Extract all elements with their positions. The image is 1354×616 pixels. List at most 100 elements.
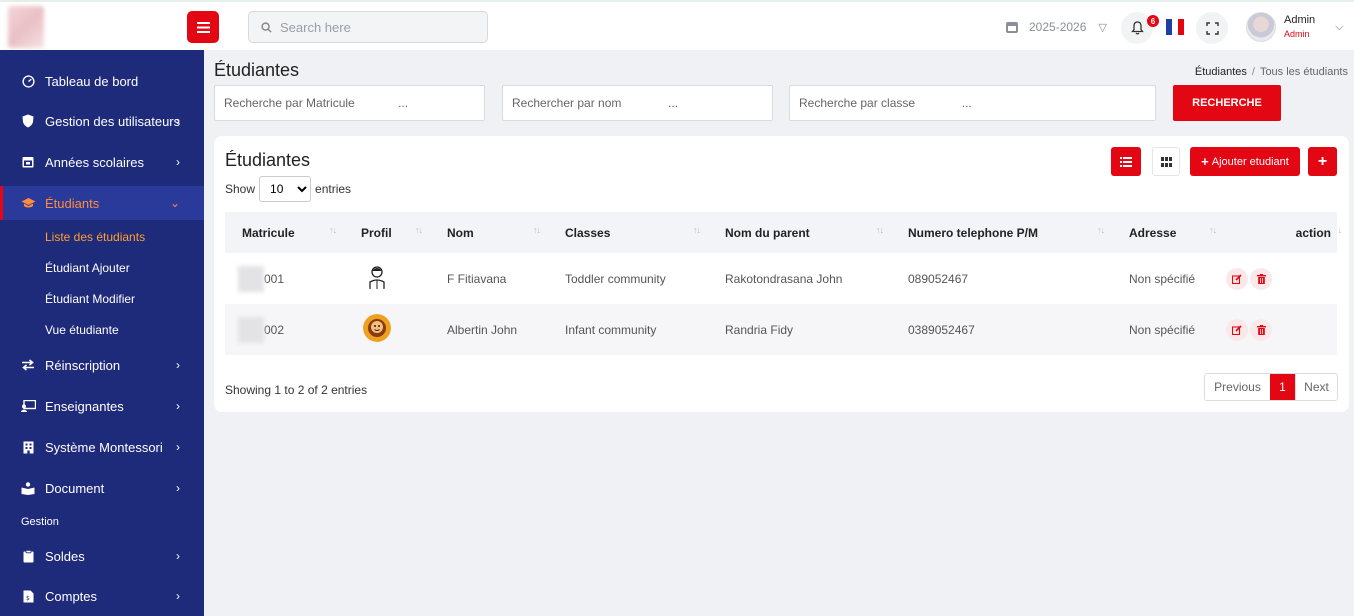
user-menu[interactable]: Admin Admin ⌵ (1246, 12, 1344, 42)
sidebar-section-gestion: Gestion (21, 516, 59, 528)
sidebar-subitem-view-student[interactable]: Vue étudiante (45, 323, 119, 337)
user-name: Admin (1284, 14, 1316, 26)
sidebar-item-label: Document (45, 480, 105, 496)
menu-toggle-button[interactable] (187, 11, 219, 43)
column-header-nom[interactable]: Nom ↑↓ (430, 212, 548, 253)
column-header-parent[interactable]: Nom du parent ↑↓ (708, 212, 891, 253)
calendar-icon (1006, 21, 1018, 33)
school-year-label: 2025-2026 (1029, 20, 1087, 34)
calendar-icon (20, 155, 36, 169)
nom-filter (502, 85, 773, 121)
edit-button[interactable] (1226, 318, 1248, 341)
column-header-profil[interactable]: Profil ↑↓ (344, 212, 430, 253)
trash-icon (1256, 324, 1266, 335)
sidebar-subitem-add-student[interactable]: Étudiant Ajouter (45, 261, 130, 275)
matricule-search-input[interactable] (224, 96, 484, 110)
nom-cell: Albertin John (447, 322, 518, 337)
column-header-phone[interactable]: Numero telephone P/M ↑↓ (891, 212, 1112, 253)
table-row: 001 F Fitiavana Toddler community Rakoto… (225, 253, 1337, 304)
matricule-filter (214, 85, 485, 121)
search-box (248, 11, 488, 43)
sort-icon: ↑↓ (693, 225, 701, 235)
delete-button[interactable] (1250, 267, 1272, 290)
sidebar-item-dashboard[interactable]: Tableau de bord (0, 64, 204, 98)
nom-cell: F Fitiavana (447, 271, 507, 286)
french-flag-icon[interactable] (1166, 19, 1184, 35)
list-view-button[interactable] (1111, 147, 1141, 176)
sidebar-item-label: Système Montessori (45, 439, 163, 455)
reader-icon (20, 481, 36, 495)
table-info: Showing 1 to 2 of 2 entries (225, 383, 368, 397)
hamburger-icon (196, 21, 210, 33)
sidebar-item-school-years[interactable]: Années scolaires › (0, 145, 204, 179)
table-header-row: Matricule ↑↓ Profil ↑↓ Nom ↑↓ Classes ↑↓ Nom… (225, 212, 1342, 253)
matricule-prefix-redacted (238, 316, 264, 343)
next-page-button[interactable]: Next (1295, 374, 1337, 400)
chevron-down-icon: ⌵ (1335, 20, 1344, 33)
classe-search-input[interactable] (799, 96, 1155, 110)
entries-label: entries (315, 182, 352, 196)
school-year-selector[interactable]: 2025-2026 ▽ (1006, 20, 1107, 34)
sidebar-item-soldes[interactable]: Soldes › (0, 539, 204, 573)
chevron-right-icon: › (176, 399, 180, 413)
breadcrumb-current: Tous les étudiants (1259, 66, 1348, 78)
fullscreen-button[interactable] (1196, 12, 1228, 44)
edit-icon (1232, 324, 1242, 335)
search-icon (261, 21, 272, 33)
sidebar-item-label: Enseignantes (45, 398, 124, 414)
page-size-select[interactable]: 10 (259, 176, 312, 202)
delete-button[interactable] (1250, 318, 1272, 341)
trash-icon (1256, 273, 1266, 284)
chevron-right-icon: › (176, 114, 180, 128)
invoice-icon: $ (20, 589, 36, 603)
chevron-right-icon: › (176, 589, 180, 603)
quick-add-button[interactable]: + (1308, 147, 1337, 176)
sidebar-subitem-edit-student[interactable]: Étudiant Modifier (45, 292, 135, 306)
sidebar-item-comptes[interactable]: $ Comptes › (0, 579, 204, 613)
student-avatar[interactable] (363, 314, 391, 342)
page-1-button[interactable]: 1 (1270, 374, 1295, 400)
sort-icon: ↑↓ (1097, 225, 1105, 235)
student-avatar[interactable] (363, 263, 391, 291)
chevron-right-icon: › (176, 155, 180, 169)
chevron-right-icon: › (176, 358, 180, 372)
sidebar-item-document[interactable]: Document › (0, 471, 204, 505)
previous-page-button[interactable]: Previous (1205, 374, 1270, 400)
search-button[interactable]: RECHERCHE (1173, 85, 1281, 121)
sidebar-item-label: Gestion des utilisateurs (45, 113, 181, 129)
sidebar-item-users[interactable]: Gestion des utilisateurs › (0, 104, 204, 138)
matricule-cell: 002 (264, 322, 285, 337)
graduation-cap-icon (20, 196, 36, 210)
column-header-adresse[interactable]: Adresse ↑↓ (1112, 212, 1224, 253)
user-role: Admin (1284, 29, 1310, 39)
grid-view-button[interactable] (1152, 147, 1180, 176)
breadcrumb-link[interactable]: Étudiantes (1195, 66, 1247, 78)
column-header-action: action ↓ (1295, 225, 1342, 240)
school-logo[interactable] (8, 6, 44, 48)
fullscreen-icon (1205, 21, 1219, 35)
sidebar-subitem-student-list[interactable]: Liste des étudiants (45, 230, 145, 244)
column-header-matricule[interactable]: Matricule ↑↓ (225, 212, 344, 253)
adresse-cell: Non spécifié (1129, 322, 1196, 337)
sidebar-item-teachers[interactable]: Enseignantes › (0, 389, 204, 423)
dashboard-icon (20, 74, 36, 88)
parent-cell: Rakotondrasana John (725, 271, 843, 286)
page-title: Étudiantes (214, 60, 300, 80)
triangle-down-icon: ▽ (1098, 21, 1107, 34)
sort-icon: ↑↓ (329, 225, 337, 235)
top-bar: 2025-2026 ▽ 6 Admin Admin ⌵ (0, 0, 1354, 50)
sidebar-item-students[interactable]: Étudiants ⌄ (0, 186, 204, 220)
edit-button[interactable] (1226, 267, 1248, 290)
add-student-button[interactable]: + Ajouter etudiant (1190, 147, 1300, 176)
plus-icon: + (1317, 152, 1328, 170)
breadcrumb: Étudiantes / Tous les étudiants (1194, 66, 1348, 78)
search-input[interactable] (280, 19, 480, 35)
sort-icon: ↓ (1337, 225, 1342, 235)
column-header-classes[interactable]: Classes ↑↓ (548, 212, 708, 253)
sort-icon: ↑↓ (1209, 225, 1217, 235)
sidebar-item-reinscription[interactable]: Réinscription › (0, 348, 204, 382)
chevron-right-icon: › (176, 440, 180, 454)
nom-search-input[interactable] (512, 96, 772, 110)
building-icon (20, 440, 36, 454)
sidebar-item-montessori[interactable]: Système Montessori › (0, 430, 204, 464)
